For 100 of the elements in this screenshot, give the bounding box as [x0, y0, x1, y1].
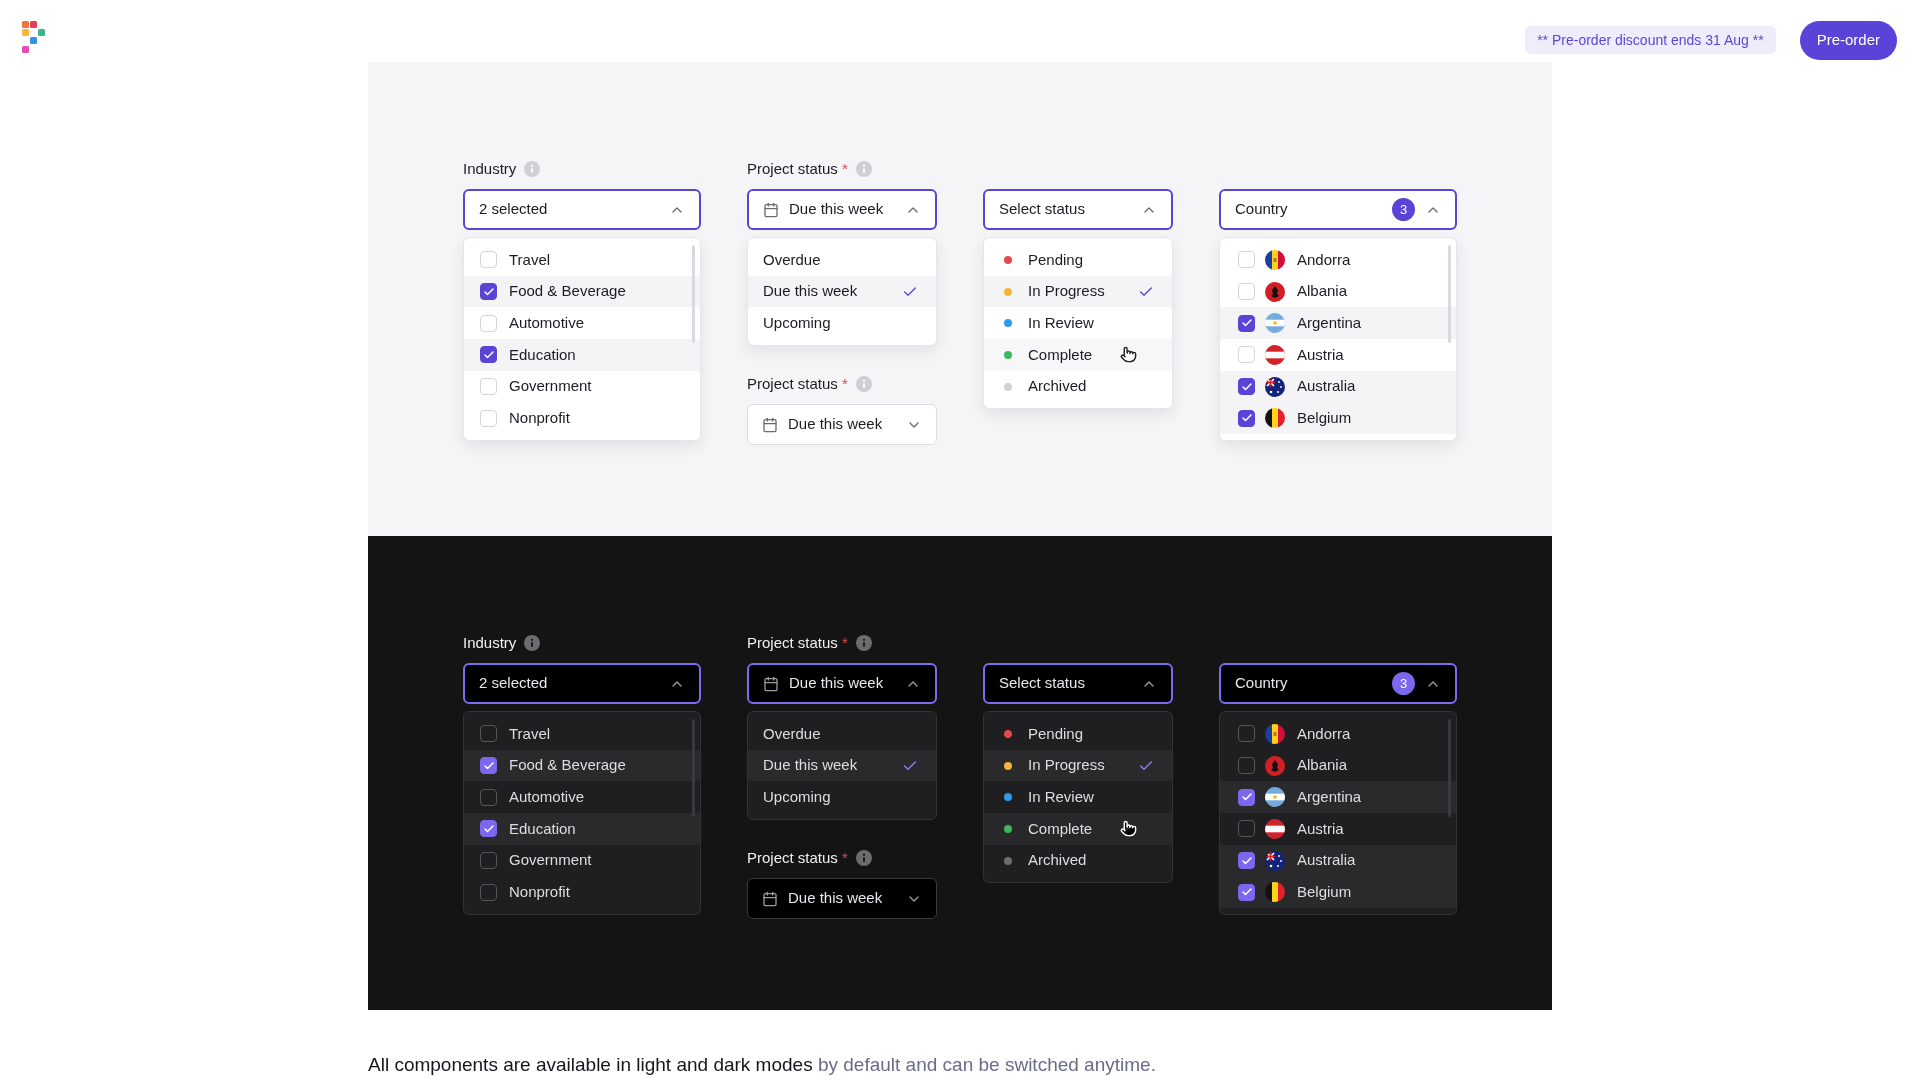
required-mark: *: [841, 373, 848, 394]
option-row[interactable]: Education: [464, 339, 700, 371]
option-label: Food & Beverage: [509, 281, 626, 302]
flag-icon: [1265, 408, 1285, 429]
country-select-dropdown[interactable]: Country 3: [1219, 189, 1457, 230]
field-label: Industry: [463, 632, 517, 653]
option-row[interactable]: Complete: [984, 813, 1172, 845]
option-row[interactable]: Upcoming: [748, 307, 936, 340]
option-row[interactable]: Due this week: [748, 749, 936, 782]
option-row[interactable]: Travel: [464, 244, 700, 276]
option-row[interactable]: In Review: [984, 781, 1172, 814]
option-row[interactable]: Belgium: [1220, 876, 1456, 909]
date-select-dropdown[interactable]: Due this week: [747, 404, 937, 446]
option-row[interactable]: Argentina: [1220, 307, 1456, 340]
flag-icon: [1265, 755, 1285, 776]
date-select-dropdown[interactable]: Due this week: [747, 189, 937, 230]
multi-select-dropdown[interactable]: 2 selected: [463, 663, 701, 704]
checkbox[interactable]: [1238, 757, 1255, 775]
status-select-dropdown[interactable]: Select status: [983, 189, 1173, 230]
option-row[interactable]: Austria: [1220, 813, 1456, 845]
checkbox[interactable]: [1238, 409, 1255, 427]
multi-select-dropdown[interactable]: 2 selected: [463, 189, 701, 230]
option-row[interactable]: Archived: [984, 844, 1172, 877]
option-row[interactable]: Austria: [1220, 339, 1456, 371]
option-row[interactable]: Upcoming: [748, 781, 936, 814]
option-label: Nonprofit: [509, 882, 570, 903]
checkbox[interactable]: [480, 820, 497, 838]
option-label: In Progress: [1028, 755, 1105, 776]
checkbox[interactable]: [480, 883, 497, 901]
option-row[interactable]: Albania: [1220, 749, 1456, 782]
option-row[interactable]: Belgium: [1220, 402, 1456, 435]
checkbox[interactable]: [480, 788, 497, 806]
checkbox[interactable]: [1238, 788, 1255, 806]
option-label: Austria: [1297, 344, 1344, 365]
option-row[interactable]: In Progress: [984, 749, 1172, 782]
option-row[interactable]: Government: [464, 370, 700, 403]
option-row[interactable]: Nonprofit: [464, 402, 700, 435]
calendar-icon: [763, 675, 779, 692]
option-label: Upcoming: [763, 786, 831, 807]
checkbox[interactable]: [1238, 725, 1255, 743]
country-select-dropdown[interactable]: Country 3: [1219, 663, 1457, 704]
option-row[interactable]: Albania: [1220, 275, 1456, 308]
checkbox[interactable]: [480, 725, 497, 743]
info-icon: [855, 850, 872, 867]
option-row[interactable]: Andorra: [1220, 244, 1456, 276]
option-row[interactable]: Australia: [1220, 370, 1456, 403]
check-icon: [1240, 380, 1253, 393]
check-icon: [482, 822, 495, 835]
scrollbar[interactable]: [692, 245, 695, 343]
checkbox[interactable]: [1238, 314, 1255, 332]
checkbox[interactable]: [480, 852, 497, 870]
checkbox[interactable]: [480, 757, 497, 775]
option-row[interactable]: Education: [464, 813, 700, 845]
option-row[interactable]: In Review: [984, 307, 1172, 340]
option-label: Education: [509, 818, 576, 839]
option-label: Nonprofit: [509, 408, 570, 429]
option-row[interactable]: Australia: [1220, 844, 1456, 877]
option-label: Andorra: [1297, 723, 1351, 744]
option-row[interactable]: Pending: [984, 718, 1172, 750]
option-row[interactable]: Nonprofit: [464, 876, 700, 909]
option-row[interactable]: Food & Beverage: [464, 749, 700, 782]
option-row[interactable]: Andorra: [1220, 718, 1456, 750]
option-row[interactable]: Complete: [984, 339, 1172, 371]
option-row[interactable]: In Progress: [984, 275, 1172, 308]
option-row[interactable]: Travel: [464, 718, 700, 750]
option-label: Australia: [1297, 376, 1356, 397]
hand-cursor-icon: [1120, 820, 1137, 838]
checkbox[interactable]: [480, 283, 497, 301]
field-label: Project status: [747, 847, 838, 868]
scrollbar[interactable]: [1448, 245, 1451, 343]
option-label: Pending: [1028, 249, 1084, 270]
option-label: Andorra: [1297, 249, 1351, 270]
option-row[interactable]: Automotive: [464, 781, 700, 814]
checkbox[interactable]: [1238, 852, 1255, 870]
status-select-dropdown[interactable]: Select status: [983, 663, 1173, 704]
checkbox[interactable]: [1238, 883, 1255, 901]
checkbox[interactable]: [480, 346, 497, 364]
checkbox[interactable]: [1238, 378, 1255, 396]
option-row[interactable]: Automotive: [464, 307, 700, 340]
date-select-dropdown[interactable]: Due this week: [747, 663, 937, 704]
required-mark: *: [841, 158, 848, 179]
calendar-icon: [762, 416, 778, 433]
option-row[interactable]: Overdue: [748, 718, 936, 750]
option-row[interactable]: Due this week: [748, 275, 936, 308]
option-row[interactable]: Pending: [984, 244, 1172, 276]
option-row[interactable]: Archived: [984, 370, 1172, 403]
flag-icon: [1265, 344, 1285, 365]
option-label: Automotive: [509, 312, 585, 333]
option-row[interactable]: Overdue: [748, 244, 936, 276]
option-row[interactable]: Argentina: [1220, 781, 1456, 814]
calendar-icon: [763, 201, 779, 218]
field-label: Industry: [463, 158, 517, 179]
preorder-button[interactable]: Pre-order: [1799, 21, 1897, 60]
date-select-dropdown[interactable]: Due this week: [747, 878, 937, 920]
option-row[interactable]: Government: [464, 844, 700, 877]
option-row[interactable]: Food & Beverage: [464, 275, 700, 308]
checkbox[interactable]: [1238, 820, 1255, 838]
promo-banner: ** Pre-order discount ends 31 Aug **: [1525, 26, 1776, 54]
option-label: In Review: [1028, 786, 1094, 807]
check-icon: [482, 348, 495, 361]
